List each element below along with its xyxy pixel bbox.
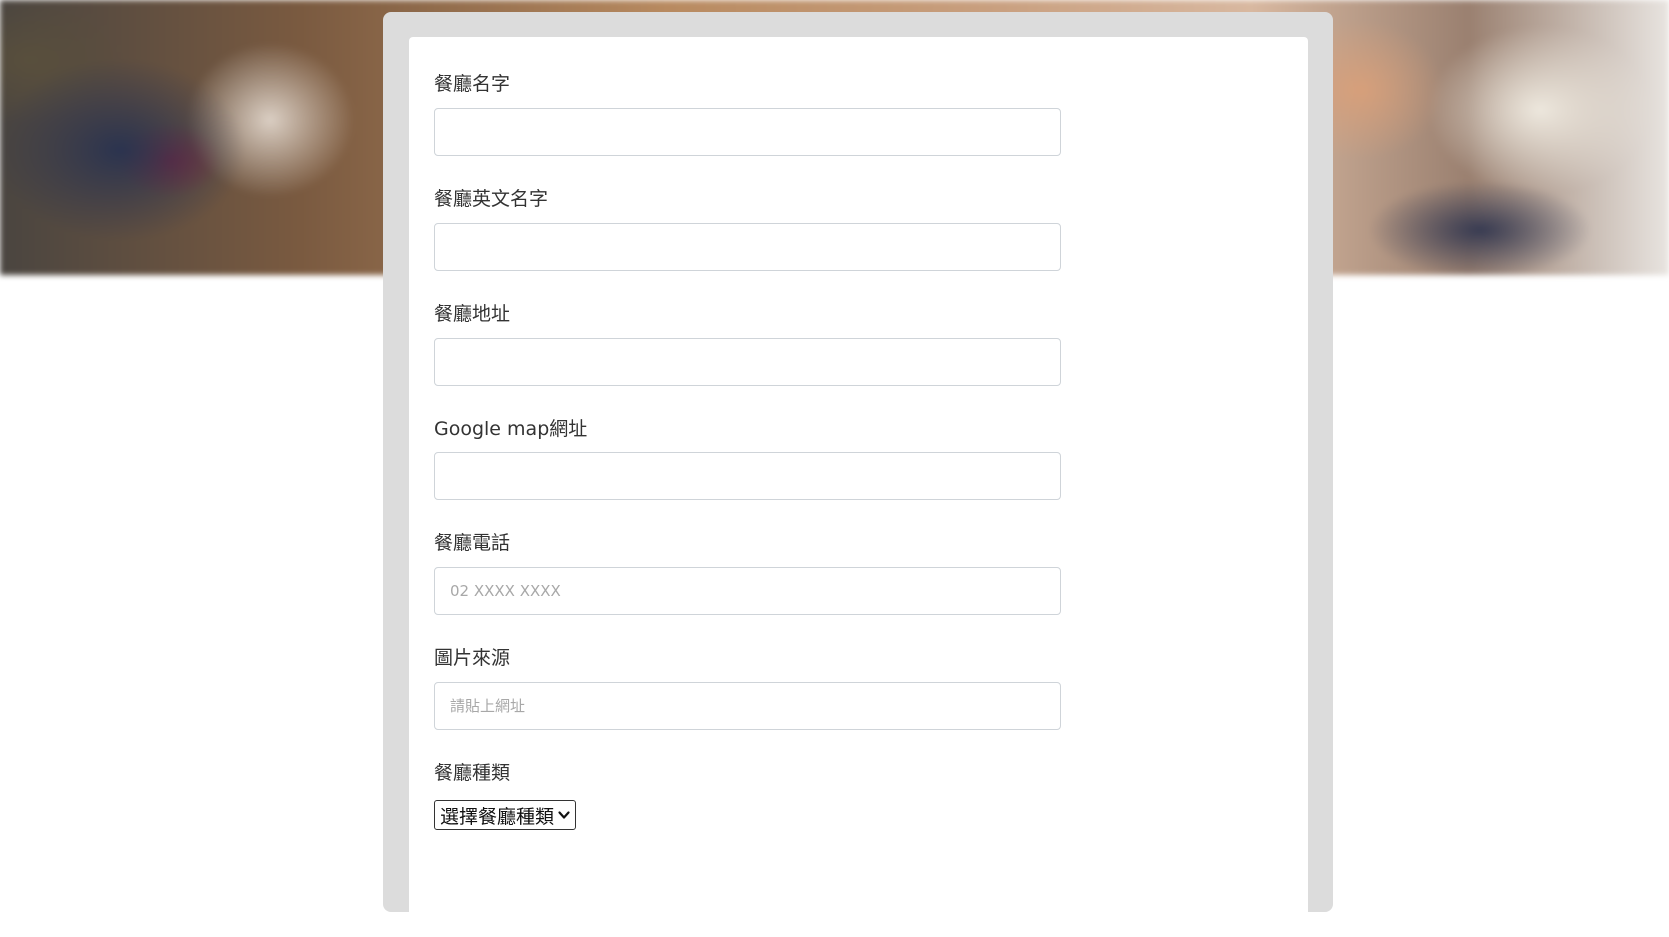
chevron-down-icon	[557, 808, 571, 822]
restaurant-english-name-input[interactable]	[434, 223, 1061, 271]
restaurant-category-selected-value: 選擇餐廳種類	[440, 805, 555, 828]
google-map-url-label: Google map網址	[434, 418, 588, 440]
image-source-input[interactable]	[434, 682, 1061, 730]
restaurant-english-name-label: 餐廳英文名字	[434, 188, 549, 210]
restaurant-name-input[interactable]	[434, 108, 1061, 156]
restaurant-phone-input[interactable]	[434, 567, 1061, 615]
restaurant-address-input[interactable]	[434, 338, 1061, 386]
restaurant-category-label: 餐廳種類	[434, 762, 511, 784]
restaurant-address-label: 餐廳地址	[434, 303, 511, 325]
restaurant-category-select[interactable]: 選擇餐廳種類	[434, 800, 577, 830]
image-source-label: 圖片來源	[434, 647, 511, 669]
restaurant-phone-label: 餐廳電話	[434, 532, 511, 554]
google-map-url-input[interactable]	[434, 452, 1061, 500]
restaurant-name-label: 餐廳名字	[434, 73, 511, 95]
